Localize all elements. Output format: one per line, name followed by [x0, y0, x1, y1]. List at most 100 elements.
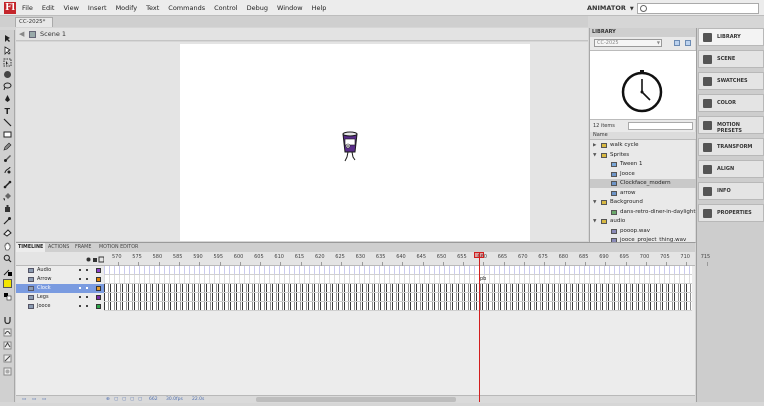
snap-to-objects-icon[interactable] — [3, 315, 12, 325]
menu-view[interactable]: View — [63, 0, 78, 16]
back-arrow-icon[interactable]: ◀ — [19, 30, 24, 38]
line-tool-icon[interactable] — [3, 118, 12, 127]
panel-scene-button[interactable]: SCENE — [698, 50, 764, 68]
document-tab[interactable]: CC-2025* — [15, 17, 53, 27]
layer-toggle-dot[interactable] — [86, 269, 88, 271]
edit-multiple-frames-icon[interactable]: ▢ — [130, 397, 134, 402]
panel-library-button[interactable]: LIBRARY — [698, 28, 764, 46]
jooce-character-sprite[interactable] — [340, 130, 360, 164]
tab-timeline[interactable]: TIMELINE — [16, 243, 46, 252]
panel-info-button[interactable]: INFO — [698, 182, 764, 200]
library-search-input[interactable] — [628, 122, 693, 130]
expand-icon[interactable]: ▶ — [593, 141, 596, 150]
layer-row[interactable]: Jooce — [16, 302, 104, 311]
brush-tool-icon[interactable] — [3, 154, 12, 163]
layer-toggle-icons[interactable] — [86, 256, 104, 263]
layer-toggle-dot[interactable] — [86, 278, 88, 280]
deco-tool-icon[interactable] — [3, 166, 12, 175]
library-item[interactable]: ▼ audio — [590, 217, 696, 226]
onion-skin-icon[interactable]: ▢ — [114, 397, 118, 402]
layer-outline-color[interactable] — [96, 304, 101, 309]
subselection-tool-icon[interactable] — [3, 46, 12, 55]
layer-row[interactable]: Audio — [16, 266, 104, 275]
library-item[interactable]: ▼ Background — [590, 198, 696, 207]
frame-row[interactable] — [104, 266, 692, 275]
frame-ruler[interactable]: 570 575 580 585 590 595 600 605 610 615 620 625 630 6… — [104, 252, 710, 266]
pencil-tool-icon[interactable] — [3, 142, 12, 151]
collapse-icon[interactable]: ▼ — [593, 151, 596, 160]
center-frame-icon[interactable]: ⊕ — [106, 397, 110, 402]
layer-toggle-dot[interactable] — [79, 278, 81, 280]
menu-insert[interactable]: Insert — [88, 0, 107, 16]
hand-tool-icon[interactable] — [3, 242, 12, 251]
panel-color-button[interactable]: COLOR — [698, 94, 764, 112]
menu-file[interactable]: File — [22, 0, 33, 16]
layer-toggle-dot[interactable] — [79, 305, 81, 307]
text-tool-icon[interactable]: T — [3, 106, 12, 116]
library-tab[interactable]: LIBRARY — [590, 28, 696, 37]
frame-row[interactable] — [104, 302, 692, 311]
library-item[interactable]: pooop.wav — [590, 227, 696, 236]
library-item[interactable]: Tween 1 — [590, 160, 696, 169]
frame-rate-readout[interactable]: 30.0fps — [166, 397, 183, 402]
panel-properties-button[interactable]: PROPERTIES — [698, 204, 764, 222]
library-item[interactable]: Jooce — [590, 170, 696, 179]
bone-tool-icon[interactable] — [3, 180, 12, 189]
layer-outline-color[interactable] — [96, 268, 101, 273]
frame-grid[interactable]: pb — [104, 266, 692, 312]
zoom-tool-icon[interactable] — [3, 254, 12, 263]
menu-window[interactable]: Window — [277, 0, 303, 16]
layer-outline-color[interactable] — [96, 295, 101, 300]
panel-align-button[interactable]: ALIGN — [698, 160, 764, 178]
frame-row[interactable] — [104, 284, 692, 293]
menu-help[interactable]: Help — [312, 0, 327, 16]
delete-layer-icon[interactable]: ▭ — [42, 397, 46, 402]
menu-commands[interactable]: Commands — [168, 0, 205, 16]
playhead[interactable] — [479, 252, 480, 402]
tool-option-icon[interactable] — [3, 354, 12, 363]
layer-outline-color[interactable] — [96, 286, 101, 291]
scene-label[interactable]: Scene 1 — [40, 29, 66, 39]
layer-row[interactable]: Arrow — [16, 275, 104, 284]
library-item[interactable]: dans-retro-diner-in-daylight — [590, 208, 696, 217]
pin-icon[interactable] — [674, 40, 680, 46]
layer-toggle-dot[interactable] — [86, 296, 88, 298]
new-layer-icon[interactable]: ▭ — [22, 397, 26, 402]
layer-row[interactable]: Legs — [16, 293, 104, 302]
paint-bucket-tool-icon[interactable] — [3, 192, 12, 201]
stroke-color-icon[interactable] — [3, 267, 12, 276]
new-folder-icon[interactable]: ▭ — [32, 397, 36, 402]
help-search-input[interactable] — [637, 3, 759, 14]
frame-row[interactable] — [104, 275, 692, 284]
menu-control[interactable]: Control — [214, 0, 238, 16]
fill-color-swatch[interactable] — [3, 279, 12, 288]
library-item[interactable]: Clockface_modern — [590, 179, 696, 188]
swap-colors-icon[interactable] — [3, 292, 12, 301]
library-document-select[interactable]: CC-2025 ▼ — [594, 39, 662, 47]
layer-toggle-dot[interactable] — [86, 305, 88, 307]
library-column-name[interactable]: Name — [590, 132, 696, 140]
lasso-tool-icon[interactable] — [3, 82, 12, 91]
pen-tool-icon[interactable] — [3, 94, 12, 103]
ink-bottle-tool-icon[interactable] — [3, 204, 12, 213]
tab-actions[interactable]: ACTIONS — [46, 243, 71, 252]
playhead-handle[interactable] — [474, 252, 484, 258]
menu-text[interactable]: Text — [146, 0, 159, 16]
onion-outlines-icon[interactable]: ▢ — [122, 397, 126, 402]
layer-toggle-dot[interactable] — [79, 287, 81, 289]
gradient-transform-tool-icon[interactable] — [3, 70, 12, 79]
layer-toggle-dot[interactable] — [79, 296, 81, 298]
straighten-icon[interactable] — [3, 341, 12, 350]
layer-outline-color[interactable] — [96, 277, 101, 282]
layer-toggle-dot[interactable] — [79, 269, 81, 271]
tool-option-icon[interactable] — [3, 367, 12, 376]
collapse-icon[interactable]: ▼ — [593, 198, 596, 207]
frame-row[interactable] — [104, 293, 692, 302]
library-item[interactable]: arrow — [590, 189, 696, 198]
menu-debug[interactable]: Debug — [247, 0, 268, 16]
new-library-panel-icon[interactable] — [685, 40, 691, 46]
eraser-tool-icon[interactable] — [3, 228, 12, 237]
tab-frame[interactable]: FRAME — [73, 243, 93, 252]
timeline-horizontal-scrollbar[interactable] — [256, 397, 456, 402]
menu-modify[interactable]: Modify — [116, 0, 138, 16]
